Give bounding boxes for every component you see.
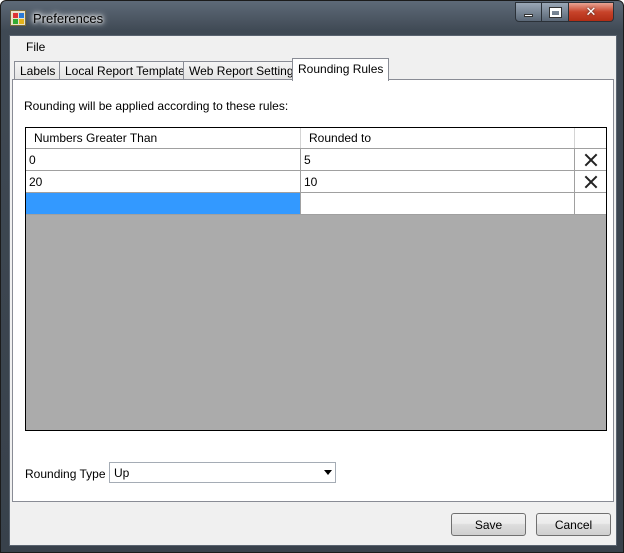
close-icon (583, 174, 599, 190)
cancel-button[interactable]: Cancel (536, 513, 611, 536)
cell-greater-than[interactable]: 0 (26, 149, 301, 170)
app-icon (10, 10, 26, 26)
minimize-icon (524, 13, 533, 17)
menu-bar: File (10, 36, 616, 58)
column-header-numbers-greater-than[interactable]: Numbers Greater Than (26, 128, 301, 148)
delete-row-button[interactable] (575, 149, 606, 170)
rounding-type-value: Up (114, 466, 130, 480)
maximize-icon (548, 6, 562, 18)
cell-rounded-to[interactable]: 5 (301, 149, 575, 170)
rounding-type-select[interactable]: Up (109, 462, 336, 483)
cell-greater-than[interactable]: 20 (26, 171, 301, 192)
client-area: File Labels Local Report Templates Web R… (9, 35, 617, 546)
cell-rounded-to[interactable]: 10 (301, 171, 575, 192)
preferences-window: Preferences ✕ File Labels Local Report T… (0, 0, 624, 553)
maximize-button[interactable] (542, 2, 569, 22)
tab-labels[interactable]: Labels (14, 61, 62, 80)
rounding-intro-text: Rounding will be applied according to th… (24, 99, 289, 113)
close-icon (583, 152, 599, 168)
save-button[interactable]: Save (451, 513, 526, 536)
window-title: Preferences (33, 11, 104, 26)
new-cell-rounded-to[interactable] (301, 193, 575, 214)
close-button[interactable]: ✕ (569, 2, 614, 22)
table-row[interactable]: 0 5 (26, 149, 606, 171)
grid-header: Numbers Greater Than Rounded to (26, 128, 606, 149)
tab-rounding-rules[interactable]: Rounding Rules (292, 58, 390, 81)
chevron-down-icon[interactable] (324, 470, 332, 475)
column-header-delete (575, 128, 606, 148)
new-row-delete-cell (575, 193, 606, 214)
minimize-button[interactable] (515, 2, 542, 22)
new-cell-greater-than[interactable] (26, 193, 301, 214)
caption-buttons: ✕ (515, 2, 614, 23)
close-icon: ✕ (585, 4, 597, 20)
tab-local-report-templates[interactable]: Local Report Templates (59, 61, 197, 80)
new-row[interactable] (26, 193, 606, 215)
delete-row-button[interactable] (575, 171, 606, 192)
rounding-rules-panel: Rounding will be applied according to th… (12, 79, 614, 502)
tab-web-report-settings[interactable]: Web Report Settings (183, 61, 306, 80)
rounding-type-label: Rounding Type (25, 467, 106, 481)
rounding-rules-grid[interactable]: Numbers Greater Than Rounded to 0 5 20 1… (25, 127, 607, 431)
column-header-rounded-to[interactable]: Rounded to (301, 128, 575, 148)
tab-strip: Labels Local Report Templates Web Report… (12, 58, 612, 81)
title-bar[interactable]: Preferences ✕ (1, 1, 623, 35)
menu-file[interactable]: File (18, 39, 53, 55)
table-row[interactable]: 20 10 (26, 171, 606, 193)
